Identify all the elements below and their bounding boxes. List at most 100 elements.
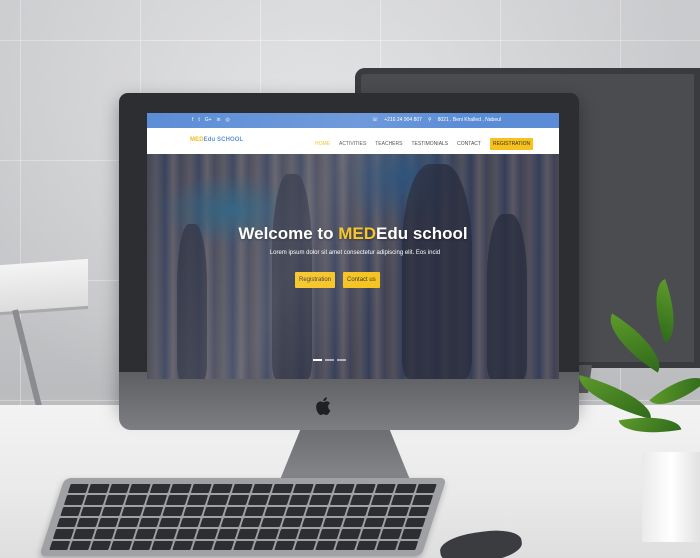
keyboard-key [203,506,225,516]
social-links: f t G+ in ◎ [192,117,230,123]
keyboard-key [353,484,376,494]
imac-screen: f t G+ in ◎ ☏ +216 24 904 807 ⚲ 8021 , B… [147,113,559,379]
keyboard-key [264,506,287,516]
keyboard-key [400,529,422,539]
keyboard-key [268,495,290,505]
keyboard-key [64,495,86,505]
keyboard-key [121,506,144,516]
keyboard-key [374,484,396,494]
keyboard-key [169,484,192,494]
main-navbar: MEDEdu SCHOOL HOME ACTIVITIES TEACHERS T… [147,128,559,154]
keyboard-key [77,517,99,528]
keyboard-key [207,495,229,505]
hero-subtitle: Lorem ipsum dolor sit amet consectetur a… [269,250,441,256]
keyboard-key [179,517,201,528]
nav-item-teachers[interactable]: TEACHERS [375,141,402,147]
keyboard-key [301,517,324,528]
carousel-dot[interactable] [325,359,334,361]
google-plus-icon[interactable]: G+ [205,117,212,123]
keyboard-key [257,529,279,539]
nav-item-contact[interactable]: CONTACT [457,141,481,147]
carousel-dot[interactable] [313,359,322,361]
carousel-indicators [313,359,346,361]
keyboard-key [155,529,177,539]
phone-number: +216 24 904 807 [384,117,422,123]
keyboard-key [223,506,246,516]
keyboard-key [396,540,419,550]
keyboard-key [131,540,153,550]
keyboard-key [231,484,253,494]
hero-title-after: Edu school [375,224,468,243]
keyboard-key [52,529,75,539]
keyboard-key [376,540,398,550]
imac-chin [119,372,579,430]
keyboard-key [244,506,266,516]
keyboard-key [97,517,120,528]
registration-button[interactable]: Registration [295,272,336,288]
keyboard-key [67,484,90,494]
keyboard-key [251,484,274,494]
keyboard-key [370,495,393,505]
keyboard-key [294,540,317,550]
keyboard-key [114,529,136,539]
keyboard-key [151,540,173,550]
keyboard-key [125,495,147,505]
keyboard-key [285,506,307,516]
nav-item-activities[interactable]: ACTIVITIES [339,141,366,147]
hero-photo-figure [177,224,207,379]
apple-logo-icon [316,397,331,415]
hero-title: Welcome to MEDEdu school [147,224,559,244]
keyboard-key [196,529,218,539]
keyboard-key [329,495,352,505]
keyboard-key [175,529,198,539]
keyboard-key [415,484,437,494]
keyboard-keys [49,484,437,550]
keyboard-key [166,495,188,505]
brand-logo[interactable]: MEDEdu SCHOOL [190,137,243,143]
keyboard-key [138,517,160,528]
nav-item-testimonials[interactable]: TESTIMONIALS [411,141,448,147]
brand-rest: Edu SCHOOL [203,137,244,143]
address: 8021 , Beni Khalled , Nabeul [437,117,501,123]
hero-buttons: Registration Contact us [295,272,380,288]
keyboard-key [84,495,106,505]
keyboard-key [335,540,357,550]
keyboard-key [309,495,331,505]
keyboard-key [346,506,369,516]
keyboard-key [212,540,235,550]
linkedin-icon[interactable]: in [217,117,221,123]
keyboard-key [318,529,341,539]
keyboard-key [313,484,335,494]
nav-item-home[interactable]: HOME [315,141,330,147]
facebook-icon[interactable]: f [192,117,193,123]
hero-photo-figure [402,164,472,379]
contact-info: ☏ +216 24 904 807 ⚲ 8021 , Beni Khalled … [372,117,501,123]
keyboard-key [261,517,283,528]
keyboard-key [108,484,131,494]
location-icon: ⚲ [427,117,432,123]
keyboard-key [73,529,95,539]
keyboard-key [322,517,344,528]
nav-registration-button[interactable]: REGISTRATION [489,138,534,150]
keyboard-key [192,540,214,550]
keyboard-key [216,529,238,539]
keyboard-key [149,484,171,494]
keyboard-key [355,540,378,550]
top-contact-bar: f t G+ in ◎ ☏ +216 24 904 807 ⚲ 8021 , B… [147,113,559,128]
keyboard-key [117,517,140,528]
instagram-icon[interactable]: ◎ [226,117,230,123]
contact-us-button[interactable]: Contact us [343,272,380,288]
keyboard-key [383,517,406,528]
twitter-icon[interactable]: t [198,117,199,123]
plant-pot [642,452,700,542]
keyboard-key [49,540,71,550]
hero-title-highlight: MED [338,224,376,243]
keyboard-key [142,506,164,516]
keyboard-key [80,506,103,516]
keyboard-key [171,540,194,550]
keyboard-key [210,484,233,494]
brand-highlight: MED [190,137,204,143]
keyboard-key [190,484,212,494]
keyboard-key [220,517,242,528]
carousel-dot[interactable] [337,359,346,361]
